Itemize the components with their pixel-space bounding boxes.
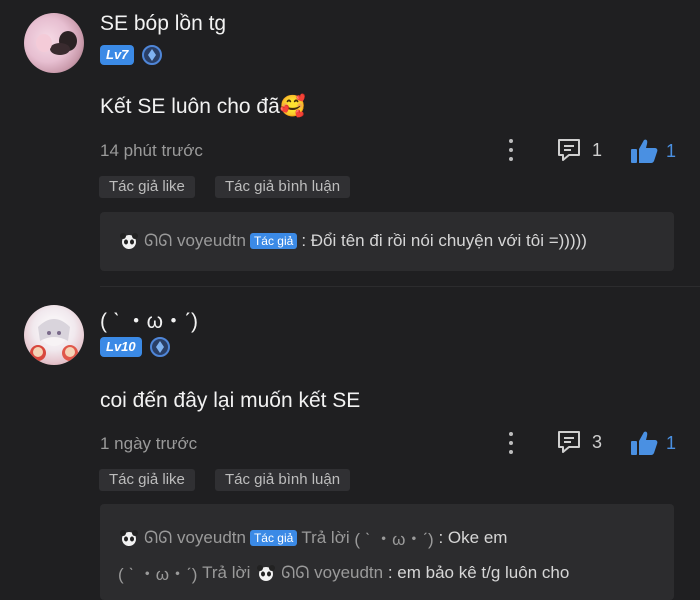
tag-author-like: Tác giả like (99, 176, 195, 198)
user-prefix: ᘏᘏ (281, 562, 310, 582)
thumbs-up-icon (631, 431, 658, 455)
reply-count: 1 (592, 139, 603, 160)
reply-box[interactable]: ᘏᘏ voyeudtn Tác giả Trả lời ( ˋ ・ω・ˊ) : … (100, 504, 674, 600)
user-prefix: ᘏᘏ (144, 527, 173, 547)
tag-author-comment: Tác giả bình luận (215, 469, 351, 491)
reply-box[interactable]: ᘏᘏ voyeudtn Tác giả : Đổi tên đi rồi nói… (100, 212, 674, 271)
tag-author-comment: Tác giả bình luận (215, 176, 351, 198)
avatar[interactable] (24, 13, 84, 73)
avatar[interactable] (24, 305, 84, 365)
more-vertical-icon[interactable] (505, 138, 517, 164)
username[interactable]: ( ˋ ・ω・ˊ) (100, 305, 198, 335)
panda-icon (118, 529, 140, 547)
reply-target[interactable]: ( ˋ ・ω・ˊ) (354, 525, 433, 550)
comment-content: coi đến đây lại muốn kết SE (100, 389, 361, 412)
reply-count-button[interactable]: 3 (556, 430, 602, 454)
reply-word: Trả lời (202, 562, 251, 582)
user-prefix: ᘏᘏ (144, 231, 173, 250)
author-badge: Tác giả (249, 233, 298, 249)
like-button[interactable]: 1 (630, 138, 676, 164)
reply-count-button[interactable]: 1 (556, 138, 602, 162)
tag-author-like: Tác giả like (99, 469, 195, 491)
like-count: 1 (666, 140, 677, 161)
comment-icon (558, 431, 580, 453)
reply-target[interactable]: voyeudtn (314, 563, 383, 583)
reply-text: : Oke em (438, 527, 508, 547)
comment-icon (558, 139, 580, 161)
reply-word: Trả lời (301, 527, 350, 547)
thumbs-up-icon (631, 139, 658, 163)
user-badges: Lv10 (100, 337, 170, 357)
level-badge: Lv10 (100, 337, 142, 357)
reply-line: ᘏᘏ voyeudtn Tác giả Trả lời ( ˋ ・ω・ˊ) : … (118, 525, 507, 550)
reply-count: 3 (592, 431, 603, 452)
reply-username[interactable]: ( ˋ ・ω・ˊ) (118, 560, 197, 585)
reply-line: ( ˋ ・ω・ˊ) Trả lời ᘏᘏ voyeudtn : em bảo k… (118, 560, 569, 585)
verified-icon (149, 337, 170, 357)
reply-username[interactable]: voyeudtn (177, 528, 246, 548)
more-vertical-icon[interactable] (505, 431, 517, 457)
reply-username[interactable]: voyeudtn (177, 231, 246, 251)
username[interactable]: SE bóp lồn tg (100, 12, 226, 36)
verified-icon (142, 45, 163, 65)
user-badges: Lv7 (100, 45, 163, 65)
level-badge: Lv7 (100, 45, 135, 65)
like-count: 1 (666, 432, 677, 453)
panda-icon (118, 232, 140, 250)
like-button[interactable]: 1 (630, 430, 676, 456)
comment-time: 14 phút trước (100, 141, 203, 160)
comment-content: Kết SE luôn cho đã🥰 (100, 95, 306, 118)
comment-time: 1 ngày trước (100, 434, 198, 453)
panda-icon (255, 564, 277, 582)
reply-line: ᘏᘏ voyeudtn Tác giả : Đổi tên đi rồi nói… (118, 231, 587, 251)
author-badge: Tác giả (249, 529, 298, 546)
reply-text: : Đổi tên đi rồi nói chuyện với tôi =)))… (301, 231, 587, 250)
comment-divider (100, 286, 700, 287)
reply-text: : em bảo kê t/g luôn cho (387, 562, 570, 582)
